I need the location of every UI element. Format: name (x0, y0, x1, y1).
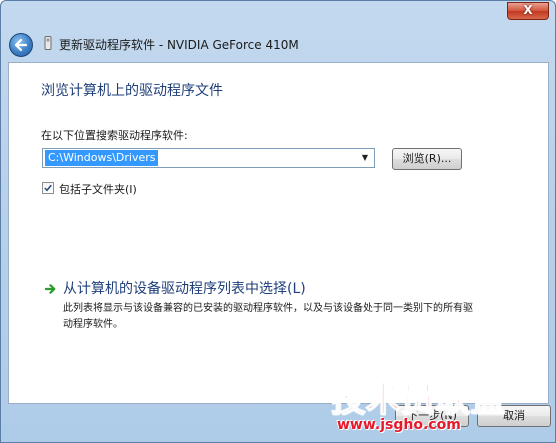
path-input-value[interactable]: C:\Windows\Drivers (45, 150, 159, 166)
pick-from-list-title[interactable]: 从计算机的设备驱动程序列表中选择(L) (63, 278, 306, 298)
pick-from-list-description: 此列表将显示与该设备兼容的已安装的驱动程序软件，以及与该设备处于同一类别下的所有… (63, 303, 473, 330)
green-arrow-icon (45, 284, 56, 294)
dialog-window: X 更新驱动程序软件 - NVIDIA GeForce 410M 浏览计算机上的… (0, 0, 556, 443)
include-subfolders-checkbox[interactable] (42, 182, 54, 194)
checkmark-icon (44, 184, 52, 192)
window-title: 更新驱动程序软件 - NVIDIA GeForce 410M (59, 38, 299, 52)
chevron-down-icon[interactable]: ▼ (358, 150, 372, 166)
back-arrow-icon (14, 38, 28, 52)
browse-button[interactable]: 浏览(R)... (392, 148, 462, 170)
page-heading: 浏览计算机上的驱动程序文件 (41, 83, 223, 99)
watermark-url: www.jsgho.com (337, 417, 461, 433)
close-button[interactable]: X (507, 2, 549, 20)
back-button[interactable] (9, 33, 33, 57)
path-combobox[interactable]: C:\Windows\Drivers ▼ (42, 148, 375, 168)
search-location-label: 在以下位置搜索驱动程序软件: (41, 129, 188, 142)
device-icon (44, 36, 52, 50)
content-panel: 浏览计算机上的驱动程序文件 在以下位置搜索驱动程序软件: C:\Windows\… (8, 62, 549, 404)
watermark-title: 技术员联盟 (330, 379, 506, 421)
include-subfolders-label[interactable]: 包括子文件夹(I) (59, 181, 137, 197)
pick-from-list-link[interactable]: 从计算机的设备驱动程序列表中选择(L) 此列表将显示与该设备兼容的已安装的驱动程… (39, 270, 489, 334)
